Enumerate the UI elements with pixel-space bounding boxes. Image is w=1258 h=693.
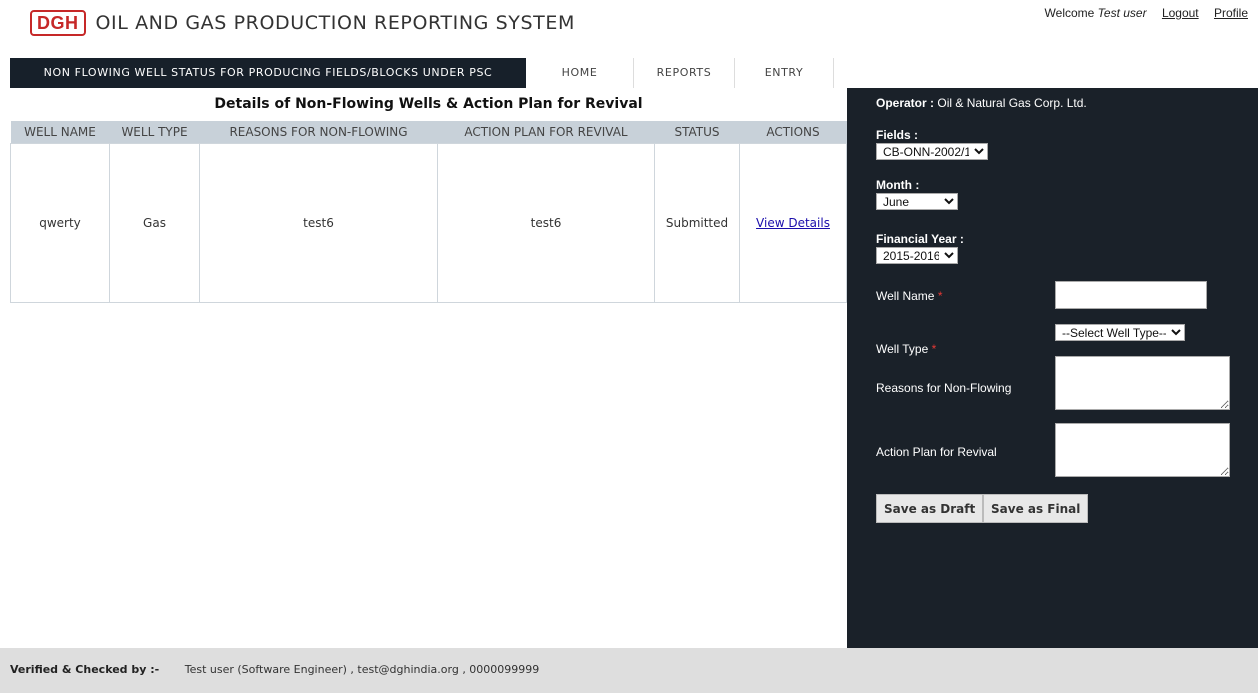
- footer: Verified & Checked by :- Test user (Soft…: [0, 648, 1258, 693]
- nav-entry[interactable]: ENTRY: [735, 58, 834, 88]
- save-final-button[interactable]: Save as Final: [983, 494, 1089, 523]
- well-name-label-text: Well Name: [876, 289, 935, 303]
- operator-value: Oil & Natural Gas Corp. Ltd.: [937, 96, 1087, 110]
- dgh-logo: DGH: [30, 10, 86, 36]
- required-mark: *: [931, 342, 937, 356]
- fields-group: Fields : CB-ONN-2002/1: [876, 128, 988, 160]
- cell-reasons: test6: [199, 143, 438, 303]
- cell-well-name: qwerty: [10, 143, 110, 303]
- month-select[interactable]: June: [876, 193, 958, 210]
- table-header-row: WELL NAME WELL TYPE REASONS FOR NON-FLOW…: [10, 121, 847, 144]
- action-plan-textarea[interactable]: [1055, 423, 1230, 477]
- col-well-name: WELL NAME: [10, 121, 110, 144]
- operator-label: Operator :: [876, 96, 935, 110]
- user-name: Test user: [1097, 6, 1147, 20]
- required-mark: *: [937, 289, 943, 303]
- cell-status: Submitted: [654, 143, 740, 303]
- well-type-select[interactable]: --Select Well Type--: [1055, 324, 1185, 341]
- month-group: Month : June: [876, 178, 958, 210]
- fy-group: Financial Year : 2015-2016: [876, 232, 964, 264]
- month-label: Month :: [876, 178, 920, 192]
- reasons-label: Reasons for Non-Flowing: [876, 381, 1012, 395]
- well-type-label-text: Well Type: [876, 342, 929, 356]
- cell-actions: View Details: [739, 143, 847, 303]
- col-actions: ACTIONS: [739, 121, 847, 144]
- entry-panel: Operator : Oil & Natural Gas Corp. Ltd. …: [847, 88, 1258, 648]
- well-name-label: Well Name *: [876, 289, 942, 303]
- col-action-plan: ACTION PLAN FOR REVIVAL: [437, 121, 655, 144]
- table-row: qwerty Gas test6 test6 Submitted View De…: [10, 143, 847, 303]
- user-bar: Welcome Test user Logout Profile: [1045, 6, 1248, 20]
- header-brand: DGH OIL AND GAS PRODUCTION REPORTING SYS…: [30, 10, 575, 36]
- fields-label: Fields :: [876, 128, 919, 142]
- nav-reports[interactable]: REPORTS: [634, 58, 735, 88]
- view-details-link[interactable]: View Details: [756, 216, 830, 230]
- logout-link[interactable]: Logout: [1162, 6, 1199, 20]
- reasons-textarea[interactable]: [1055, 356, 1230, 410]
- action-plan-label: Action Plan for Revival: [876, 445, 997, 459]
- col-status: STATUS: [654, 121, 740, 144]
- col-reasons: REASONS FOR NON-FLOWING: [199, 121, 438, 144]
- profile-link[interactable]: Profile: [1214, 6, 1248, 20]
- wells-table-section: Details of Non-Flowing Wells & Action Pl…: [10, 88, 847, 303]
- wells-table: WELL NAME WELL TYPE REASONS FOR NON-FLOW…: [10, 121, 847, 303]
- app-title: OIL AND GAS PRODUCTION REPORTING SYSTEM: [95, 12, 575, 34]
- fy-select[interactable]: 2015-2016: [876, 247, 958, 264]
- table-title: Details of Non-Flowing Wells & Action Pl…: [214, 96, 643, 112]
- page-title-tab: NON FLOWING WELL STATUS FOR PRODUCING FI…: [10, 58, 526, 88]
- col-well-type: WELL TYPE: [109, 121, 200, 144]
- fy-label: Financial Year :: [876, 232, 964, 246]
- operator-info: Operator : Oil & Natural Gas Corp. Ltd.: [876, 96, 1087, 110]
- welcome-text: Welcome: [1044, 6, 1095, 20]
- verified-value: Test user (Software Engineer) , test@dgh…: [184, 663, 540, 676]
- well-type-label: Well Type *: [876, 342, 936, 356]
- nav-home[interactable]: HOME: [526, 58, 634, 88]
- main-nav: NON FLOWING WELL STATUS FOR PRODUCING FI…: [10, 58, 834, 88]
- well-name-input[interactable]: [1055, 281, 1207, 309]
- fields-select[interactable]: CB-ONN-2002/1: [876, 143, 988, 160]
- cell-action-plan: test6: [437, 143, 655, 303]
- verified-label: Verified & Checked by :-: [10, 663, 160, 676]
- save-draft-button[interactable]: Save as Draft: [876, 494, 984, 523]
- cell-well-type: Gas: [109, 143, 200, 303]
